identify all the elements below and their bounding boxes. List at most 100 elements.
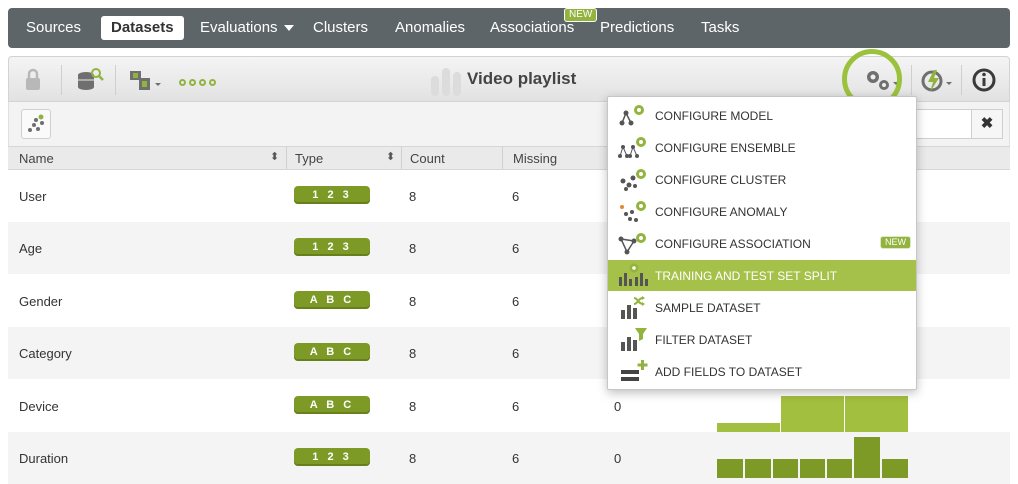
field-count: 8 — [409, 241, 417, 256]
lock-icon[interactable] — [23, 67, 43, 93]
histogram-bar — [717, 423, 780, 432]
field-errors: 0 — [614, 399, 622, 414]
field-name: Device — [19, 399, 59, 414]
type-badge: 1 2 3 — [294, 448, 370, 466]
type-badge: A B C — [294, 396, 370, 414]
menu-item-label: CONFIGURE ANOMALY — [655, 205, 788, 219]
toolbar-divider — [61, 65, 62, 95]
histogram-bar — [854, 437, 880, 478]
type-badge: 1 2 3 — [294, 238, 370, 256]
sort-icon[interactable]: ⬍ — [270, 150, 279, 163]
filter-fields-button[interactable] — [21, 109, 51, 139]
chevron-down-icon — [283, 25, 294, 32]
association-gear-icon — [618, 233, 646, 255]
field-missing: 6 — [512, 189, 520, 204]
menu-item-label: CONFIGURE ASSOCIATION — [655, 237, 811, 251]
info-icon[interactable] — [971, 67, 997, 93]
column-header-missing[interactable]: Missing — [513, 151, 557, 166]
nav-predictions[interactable]: Predictions — [590, 16, 684, 40]
column-divider — [502, 147, 503, 169]
field-name: Age — [19, 241, 43, 256]
field-missing: 6 — [512, 346, 520, 361]
field-missing: 6 — [512, 451, 520, 466]
field-name: User — [19, 189, 47, 204]
histogram-bar — [745, 459, 771, 478]
menu-item-label: CONFIGURE CLUSTER — [655, 173, 787, 187]
table-row[interactable]: Duration 1 2 3 8 6 0 — [8, 432, 1010, 484]
type-badge: A B C — [294, 343, 370, 361]
histogram-bar — [882, 459, 908, 478]
menu-item-configure-association[interactable]: CONFIGURE ASSOCIATION NEW — [608, 228, 916, 259]
field-count: 8 — [409, 294, 417, 309]
menu-item-configure-anomaly[interactable]: CONFIGURE ANOMALY — [608, 196, 916, 227]
nav-clusters[interactable]: Clusters — [303, 16, 378, 40]
nav-tasks[interactable]: Tasks — [691, 16, 749, 40]
ensemble-gear-icon — [618, 137, 646, 158]
field-errors: 0 — [614, 451, 622, 466]
histogram[interactable] — [717, 432, 909, 478]
field-count: 8 — [409, 399, 417, 414]
histogram-bar — [781, 396, 844, 432]
histogram-bar — [773, 459, 798, 478]
toolbar-divider — [115, 65, 116, 95]
menu-item-training-test-split[interactable]: TRAINING AND TEST SET SPLIT — [608, 260, 916, 291]
menu-item-label: FILTER DATASET — [655, 333, 753, 347]
menu-item-configure-cluster[interactable]: CONFIGURE CLUSTER — [608, 164, 916, 195]
filter-icon — [621, 328, 647, 351]
menu-item-label: SAMPLE DATASET — [655, 301, 761, 315]
menu-item-configure-ensemble[interactable]: CONFIGURE ENSEMBLE — [608, 132, 916, 163]
column-header-name[interactable]: Name — [19, 151, 54, 166]
split-icon — [619, 263, 648, 286]
field-count: 8 — [409, 346, 417, 361]
column-divider — [286, 147, 287, 169]
dataset-type-icon[interactable] — [127, 67, 165, 93]
top-nav: Sources Datasets Evaluations Clusters An… — [8, 8, 1010, 48]
menu-item-add-fields[interactable]: ADD FIELDS TO DATASET — [608, 356, 916, 387]
field-missing: 6 — [512, 294, 520, 309]
field-name: Gender — [19, 294, 63, 309]
nav-datasets[interactable]: Datasets — [101, 16, 184, 40]
menu-item-label: CONFIGURE MODEL — [655, 109, 774, 123]
histogram-bar — [717, 459, 743, 478]
column-divider — [401, 147, 402, 169]
menu-item-configure-model[interactable]: CONFIGURE MODEL — [608, 100, 916, 131]
field-count: 8 — [409, 189, 417, 204]
field-name: Category — [19, 346, 72, 361]
field-count: 8 — [409, 451, 417, 466]
nav-anomalies[interactable]: Anomalies — [385, 16, 475, 40]
new-badge: NEW — [880, 236, 911, 249]
field-missing: 6 — [512, 241, 520, 256]
cluster-gear-icon — [620, 169, 646, 191]
field-name: Duration — [19, 451, 69, 466]
close-icon[interactable]: ✖ — [971, 109, 1003, 139]
histogram-bar — [800, 459, 825, 478]
type-badge: A B C — [294, 291, 370, 309]
histogram-bar — [845, 396, 908, 432]
nav-evaluations[interactable]: Evaluations — [190, 16, 304, 40]
toolbar-divider — [961, 65, 962, 95]
sample-icon — [621, 296, 645, 319]
field-missing: 6 — [512, 399, 520, 414]
progress-dots-icon — [179, 73, 219, 99]
sort-icon[interactable]: ⬍ — [386, 150, 395, 163]
menu-item-label: CONFIGURE ENSEMBLE — [655, 141, 796, 155]
histogram-bar — [827, 459, 852, 478]
menu-item-filter-dataset[interactable]: FILTER DATASET — [608, 324, 916, 355]
anomaly-gear-icon — [620, 201, 646, 222]
database-search-icon[interactable] — [75, 67, 105, 93]
type-badge: 1 2 3 — [294, 186, 370, 204]
dataset-bars-icon — [431, 68, 461, 96]
column-header-count[interactable]: Count — [410, 151, 445, 166]
page-title: Video playlist — [467, 69, 577, 88]
configure-dropdown-menu: CONFIGURE MODEL CONFIGURE ENSEMBLE CONFI… — [607, 96, 917, 390]
add-fields-icon — [621, 360, 648, 381]
menu-item-label: TRAINING AND TEST SET SPLIT — [655, 269, 838, 283]
one-click-icon[interactable] — [919, 67, 955, 93]
toolbar-divider — [911, 65, 912, 95]
model-gear-icon — [619, 105, 644, 126]
menu-item-sample-dataset[interactable]: SAMPLE DATASET — [608, 292, 916, 323]
column-header-type[interactable]: Type — [295, 151, 323, 166]
scatter-filter-icon — [28, 114, 44, 132]
nav-sources[interactable]: Sources — [16, 16, 91, 40]
nav-evaluations-label: Evaluations — [200, 19, 278, 36]
